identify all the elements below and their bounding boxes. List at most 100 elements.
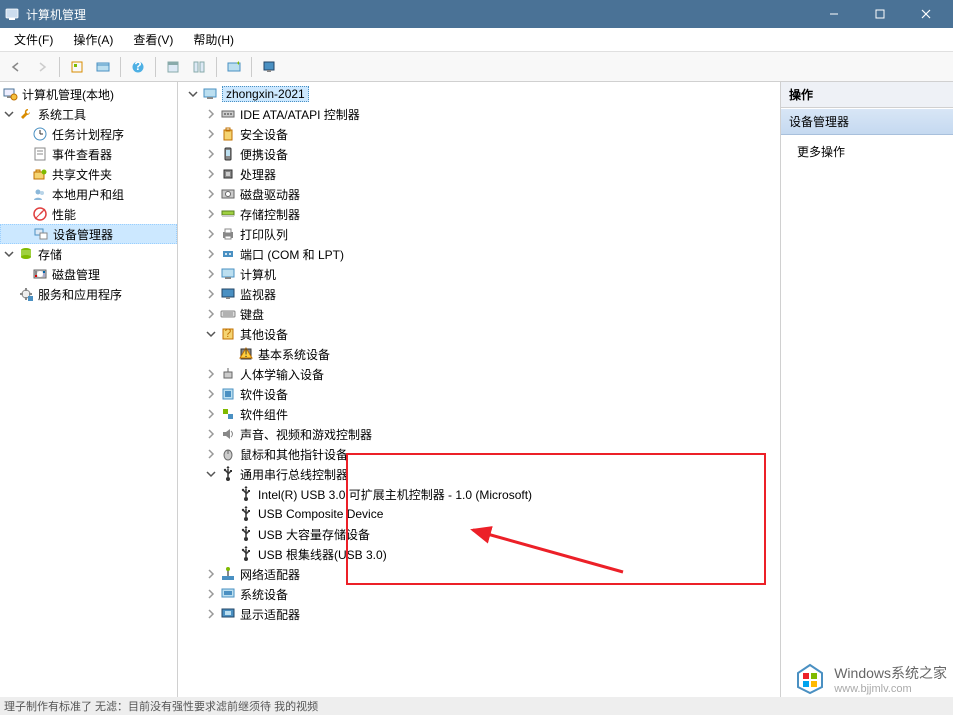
tree-item[interactable]: 性能 (0, 204, 177, 224)
device-category[interactable]: 键盘 (178, 304, 780, 324)
device-category[interactable]: 存储控制器 (178, 204, 780, 224)
device-category[interactable]: 显示适配器 (178, 604, 780, 624)
device-category[interactable]: 声音、视频和游戏控制器 (178, 424, 780, 444)
device-category[interactable]: 安全设备 (178, 124, 780, 144)
menu-action[interactable]: 操作(A) (63, 29, 123, 50)
toolbar-show[interactable] (91, 55, 115, 79)
device-item[interactable]: USB 大容量存储设备 (178, 524, 780, 544)
device-category[interactable]: IDE ATA/ATAPI 控制器 (178, 104, 780, 124)
tree-expand-icon[interactable] (186, 87, 200, 101)
menu-file[interactable]: 文件(F) (4, 29, 63, 50)
device-category[interactable]: ?其他设备 (178, 324, 780, 344)
action-more[interactable]: 更多操作 (781, 135, 953, 168)
tree-expand-icon[interactable] (2, 247, 16, 261)
tree-expand-icon[interactable] (204, 207, 218, 221)
actions-section: 设备管理器 (781, 108, 953, 135)
toolbar-properties[interactable] (65, 55, 89, 79)
tree-item[interactable]: 系统工具 (0, 104, 177, 124)
toolbar-view1[interactable] (161, 55, 185, 79)
tree-root[interactable]: 计算机管理(本地) (0, 84, 177, 104)
tree-expand-icon[interactable] (204, 407, 218, 421)
device-category[interactable]: 鼠标和其他指针设备 (178, 444, 780, 464)
tree-expand-icon[interactable] (204, 607, 218, 621)
device-category[interactable]: 系统设备 (178, 584, 780, 604)
device-category[interactable]: 磁盘驱动器 (178, 184, 780, 204)
tree-expand-icon[interactable] (204, 447, 218, 461)
tree-expand-icon[interactable] (204, 427, 218, 441)
usb-icon (238, 546, 254, 562)
tree-expand-icon[interactable] (204, 587, 218, 601)
tree-expand-icon[interactable] (204, 167, 218, 181)
watermark: Windows系统之家 www.bjjmlv.com (792, 661, 947, 697)
device-item[interactable]: USB 根集线器(USB 3.0) (178, 544, 780, 564)
tree-expand-icon[interactable] (204, 227, 218, 241)
tree-expand-icon[interactable] (204, 107, 218, 121)
tree-expand-icon[interactable] (204, 267, 218, 281)
tree-expand-icon[interactable] (204, 127, 218, 141)
tree-expand-icon[interactable] (204, 387, 218, 401)
device-category[interactable]: 通用串行总线控制器 (178, 464, 780, 484)
printer-icon (220, 226, 236, 242)
back-button[interactable] (4, 55, 28, 79)
tree-item[interactable]: 任务计划程序 (0, 124, 177, 144)
tree-item-label: 共享文件夹 (52, 166, 112, 183)
toolbar-help[interactable]: ? (126, 55, 150, 79)
tree-item[interactable]: 本地用户和组 (0, 184, 177, 204)
tree-expand-icon[interactable] (2, 107, 16, 121)
tree-expand-icon[interactable] (204, 367, 218, 381)
menu-help[interactable]: 帮助(H) (183, 29, 244, 50)
computer-icon (202, 86, 218, 102)
tree-item[interactable]: 磁盘管理 (0, 264, 177, 284)
tree-expand-icon[interactable] (204, 147, 218, 161)
device-category[interactable]: 监视器 (178, 284, 780, 304)
tree-expand-icon[interactable] (204, 247, 218, 261)
device-item[interactable]: USB Composite Device (178, 504, 780, 524)
tree-item[interactable]: 设备管理器 (0, 224, 177, 244)
tree-expand-icon[interactable] (204, 327, 218, 341)
tree-item-label: 系统工具 (38, 106, 86, 123)
tree-item[interactable]: 存储 (0, 244, 177, 264)
toolbar-monitor[interactable] (257, 55, 281, 79)
menubar: 文件(F) 操作(A) 查看(V) 帮助(H) (0, 28, 953, 52)
toolbar-refresh[interactable] (222, 55, 246, 79)
tree-item[interactable]: 事件查看器 (0, 144, 177, 164)
device-category[interactable]: 网络适配器 (178, 564, 780, 584)
tree-item[interactable]: 服务和应用程序 (0, 284, 177, 304)
close-button[interactable] (903, 0, 949, 28)
tree-item-label: 性能 (52, 206, 76, 223)
device-item[interactable]: Intel(R) USB 3.0 可扩展主机控制器 - 1.0 (Microso… (178, 484, 780, 504)
navigation-tree[interactable]: 计算机管理(本地) 系统工具任务计划程序事件查看器共享文件夹本地用户和组性能设备管… (0, 82, 178, 697)
device-category[interactable]: 打印队列 (178, 224, 780, 244)
tree-expand-icon[interactable] (204, 567, 218, 581)
device-tree-pane[interactable]: zhongxin-2021 IDE ATA/ATAPI 控制器安全设备便携设备处理… (178, 82, 781, 697)
minimize-button[interactable] (811, 0, 857, 28)
toolbar-view2[interactable] (187, 55, 211, 79)
device-category[interactable]: 软件组件 (178, 404, 780, 424)
device-category-label: 安全设备 (240, 126, 288, 143)
device-category[interactable]: 处理器 (178, 164, 780, 184)
device-category-label: 软件组件 (240, 406, 288, 423)
network-icon (220, 566, 236, 582)
device-root[interactable]: zhongxin-2021 (178, 84, 780, 104)
device-item[interactable]: !基本系统设备 (178, 344, 780, 364)
menu-view[interactable]: 查看(V) (123, 29, 183, 50)
device-category[interactable]: 便携设备 (178, 144, 780, 164)
tree-item[interactable]: 共享文件夹 (0, 164, 177, 184)
maximize-button[interactable] (857, 0, 903, 28)
device-item-label: 基本系统设备 (258, 346, 330, 363)
tree-expand-icon[interactable] (204, 287, 218, 301)
forward-button[interactable] (30, 55, 54, 79)
device-category[interactable]: 计算机 (178, 264, 780, 284)
tree-expand-icon[interactable] (204, 307, 218, 321)
device-category-label: 通用串行总线控制器 (240, 466, 348, 483)
watermark-url: www.bjjmlv.com (834, 683, 947, 695)
device-category[interactable]: 人体学输入设备 (178, 364, 780, 384)
usb-icon (238, 526, 254, 542)
tree-expand-icon[interactable] (204, 187, 218, 201)
device-root-label: zhongxin-2021 (222, 86, 309, 102)
software-icon (220, 386, 236, 402)
device-category[interactable]: 端口 (COM 和 LPT) (178, 244, 780, 264)
device-category[interactable]: 软件设备 (178, 384, 780, 404)
tree-expand-icon[interactable] (204, 467, 218, 481)
mouse-icon (220, 446, 236, 462)
